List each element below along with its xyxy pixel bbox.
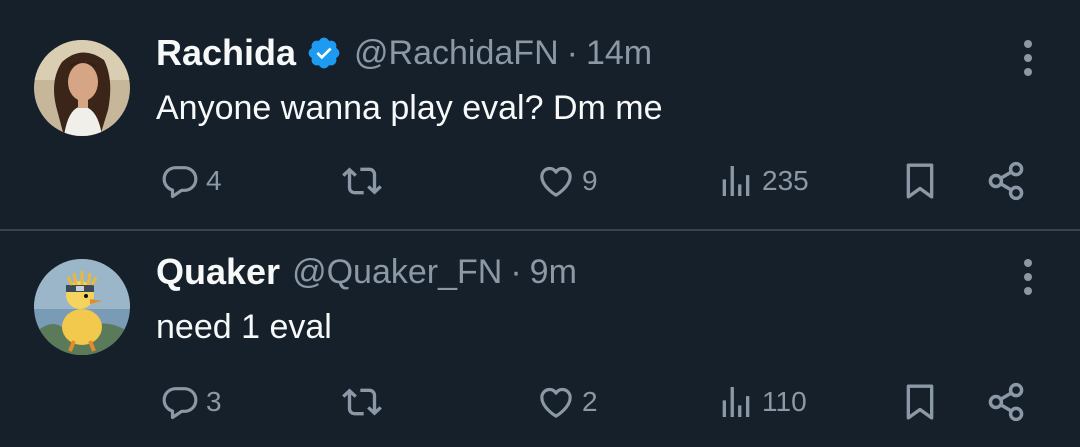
- tweet-rachida[interactable]: Rachida @RachidaFN · 14m Anyone wanna pl…: [0, 0, 1080, 229]
- handle[interactable]: @RachidaFN: [354, 31, 559, 75]
- avatar-quaker[interactable]: [34, 259, 130, 355]
- tweet-header: Quaker @Quaker_FN · 9m: [156, 250, 577, 294]
- tweet-text: need 1 eval: [156, 308, 332, 346]
- avatar-rachida[interactable]: [34, 40, 130, 136]
- bookmark-button[interactable]: [900, 156, 940, 206]
- reply-icon: [160, 161, 200, 201]
- tweet-quaker[interactable]: Quaker @Quaker_FN · 9m need 1 eval 3 2 1…: [0, 231, 1080, 447]
- share-icon: [984, 380, 1028, 424]
- retweet-icon: [340, 382, 384, 422]
- like-count: 2: [582, 386, 598, 417]
- share-button[interactable]: [984, 156, 1028, 206]
- like-icon: [536, 161, 576, 201]
- timestamp[interactable]: 9m: [530, 250, 577, 294]
- like-count: 9: [582, 165, 598, 196]
- like-icon: [536, 382, 576, 422]
- view-count: 235: [762, 165, 809, 196]
- more-icon[interactable]: [1016, 38, 1040, 78]
- reply-count: 4: [206, 165, 222, 196]
- display-name[interactable]: Rachida: [156, 31, 296, 75]
- more-icon[interactable]: [1016, 257, 1040, 297]
- action-bar: 4 9 235: [0, 156, 1080, 206]
- timestamp[interactable]: 14m: [586, 31, 652, 75]
- bookmark-icon: [900, 159, 940, 203]
- share-button[interactable]: [984, 377, 1028, 427]
- views-button[interactable]: 235: [716, 156, 809, 206]
- reply-button[interactable]: 3: [160, 377, 222, 427]
- view-count: 110: [762, 386, 807, 417]
- display-name[interactable]: Quaker: [156, 250, 280, 294]
- retweet-button[interactable]: [340, 156, 390, 206]
- views-icon: [716, 161, 756, 201]
- like-button[interactable]: 2: [536, 377, 598, 427]
- like-button[interactable]: 9: [536, 156, 598, 206]
- retweet-button[interactable]: [340, 377, 390, 427]
- reply-button[interactable]: 4: [160, 156, 222, 206]
- reply-icon: [160, 382, 200, 422]
- tweet-text: Anyone wanna play eval? Dm me: [156, 89, 663, 127]
- reply-count: 3: [206, 386, 222, 417]
- action-bar: 3 2 110: [0, 377, 1080, 427]
- retweet-icon: [340, 161, 384, 201]
- separator: ·: [510, 253, 522, 291]
- views-icon: [716, 382, 756, 422]
- tweet-header: Rachida @RachidaFN · 14m: [156, 31, 652, 75]
- views-button[interactable]: 110: [716, 377, 807, 427]
- share-icon: [984, 159, 1028, 203]
- bookmark-icon: [900, 380, 940, 424]
- separator: ·: [566, 34, 578, 72]
- bookmark-button[interactable]: [900, 377, 940, 427]
- verified-badge-icon: [306, 35, 342, 71]
- handle[interactable]: @Quaker_FN: [292, 250, 502, 294]
